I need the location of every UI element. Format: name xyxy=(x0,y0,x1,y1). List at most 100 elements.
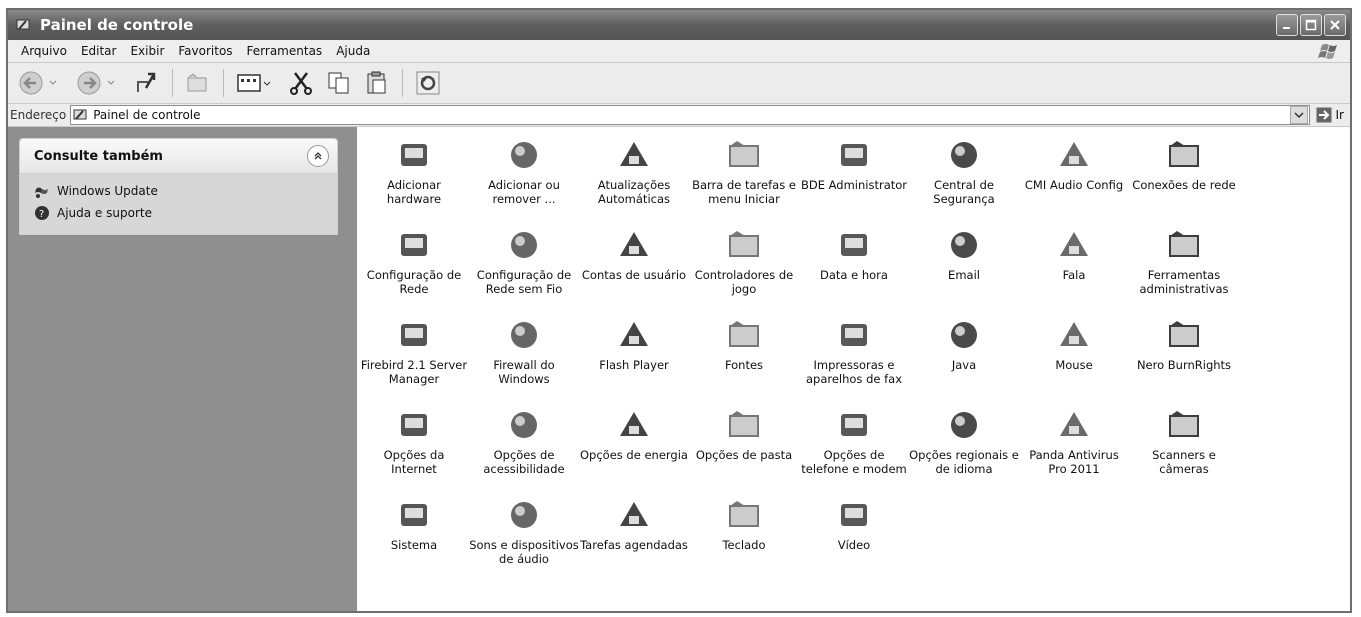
control-panel-item[interactable]: Mouse xyxy=(1019,310,1129,400)
scissors-icon xyxy=(290,72,312,95)
minimize-button[interactable] xyxy=(1276,14,1298,36)
control-panel-item[interactable]: Opções de pasta xyxy=(689,400,799,490)
up-folder-button[interactable] xyxy=(130,67,164,99)
control-panel-item[interactable]: Opções da Internet xyxy=(359,400,469,490)
help-support-link[interactable]: ? Ajuda e suporte xyxy=(34,202,325,224)
control-panel-item[interactable]: Java xyxy=(909,310,1019,400)
copy-button[interactable] xyxy=(322,67,356,99)
title-bar[interactable]: Painel de controle xyxy=(8,10,1350,40)
control-panel-item[interactable]: Nero BurnRights xyxy=(1129,310,1239,400)
control-panel-item[interactable]: Atualizações Automáticas xyxy=(579,130,689,220)
control-panel-item[interactable]: Opções de telefone e modem xyxy=(799,400,909,490)
control-panel-item-label: Atualizações Automáticas xyxy=(597,178,671,206)
control-panel-item[interactable]: Barra de tarefas e menu Iniciar xyxy=(689,130,799,220)
control-panel-item-label: Email xyxy=(948,268,980,282)
toolbar-separator xyxy=(172,69,173,97)
speech-icon xyxy=(1060,232,1088,256)
paste-button[interactable] xyxy=(360,67,394,99)
address-dropdown-button[interactable] xyxy=(1289,106,1308,124)
control-panel-item[interactable]: Conexões de rede xyxy=(1129,130,1239,220)
control-panel-item[interactable]: Adicionar hardware xyxy=(359,130,469,220)
control-panel-item[interactable]: BDE Administrator xyxy=(799,130,909,220)
windows-update-link[interactable]: Windows Update xyxy=(34,180,325,202)
control-panel-item-label: Adicionar ou remover ... xyxy=(488,178,560,206)
control-panel-item[interactable]: CMI Audio Config xyxy=(1019,130,1129,220)
paste-icon xyxy=(367,71,386,94)
control-panel-item[interactable]: Sons e dispositivos de áudio xyxy=(469,490,579,580)
network-connections-icon xyxy=(1169,141,1199,167)
cut-button[interactable] xyxy=(284,67,318,99)
see-also-box: Consulte também Windows Update ? Ajuda e… xyxy=(19,138,338,235)
control-panel-item[interactable]: Fontes xyxy=(689,310,799,400)
control-panel-item[interactable]: Impressoras e aparelhos de fax xyxy=(799,310,909,400)
control-panel-item-label: Flash Player xyxy=(599,358,669,372)
control-panel-item-label: CMI Audio Config xyxy=(1024,178,1124,192)
control-panel-item-label: Opções de energia xyxy=(580,448,688,462)
control-panel-item[interactable]: Ferramentas administrativas xyxy=(1129,220,1239,310)
control-panel-item-label: Vídeo xyxy=(837,538,871,552)
control-panel-item[interactable]: Flash Player xyxy=(579,310,689,400)
address-input[interactable]: Painel de controle xyxy=(70,105,1310,125)
control-panel-item[interactable]: Opções de acessibilidade xyxy=(469,400,579,490)
control-panel-item[interactable]: Email xyxy=(909,220,1019,310)
control-panel-item[interactable]: Central de Segurança xyxy=(909,130,1019,220)
address-label: Endereço xyxy=(10,108,67,122)
menu-ajuda[interactable]: Ajuda xyxy=(329,44,377,58)
go-button[interactable]: Ir xyxy=(1310,107,1350,123)
windows-update-label: Windows Update xyxy=(57,184,158,198)
menu-favoritos[interactable]: Favoritos xyxy=(171,44,239,58)
fonts-folder-icon xyxy=(729,321,759,347)
collapse-button[interactable] xyxy=(307,145,329,167)
control-panel-item[interactable]: Configuração de Rede xyxy=(359,220,469,310)
control-panel-item[interactable]: Opções de energia xyxy=(579,400,689,490)
firewall-icon xyxy=(511,322,537,348)
xear-3d-icon xyxy=(1060,142,1088,166)
control-panel-item-label: Impressoras e aparelhos de fax xyxy=(805,358,903,386)
control-panel-item-label: Opções da Internet xyxy=(383,448,445,476)
maximize-button[interactable] xyxy=(1300,14,1322,36)
control-panel-item[interactable]: Sistema xyxy=(359,490,469,580)
chevron-up-icon xyxy=(314,152,322,160)
folders-button[interactable] xyxy=(181,67,215,99)
control-panel-item-label: Sons e dispositivos de áudio xyxy=(469,538,579,566)
control-panel-item[interactable]: Panda Antivirus Pro 2011 xyxy=(1019,400,1129,490)
control-panel-item-label: Nero BurnRights xyxy=(1136,358,1232,372)
items-pane: Adicionar hardware Adicionar ou remover .… xyxy=(357,127,1350,611)
control-panel-item[interactable]: Contas de usuário xyxy=(579,220,689,310)
control-panel-item[interactable]: Configuração de Rede sem Fio xyxy=(469,220,579,310)
control-panel-item[interactable]: Fala xyxy=(1019,220,1129,310)
see-also-header[interactable]: Consulte também xyxy=(20,139,337,174)
windows-logo-icon xyxy=(1318,44,1337,59)
control-panel-item[interactable]: Data e hora xyxy=(799,220,909,310)
nero-icon xyxy=(1169,321,1199,347)
game-controller-icon xyxy=(729,231,759,257)
flash-icon xyxy=(620,322,648,346)
forward-button[interactable] xyxy=(72,67,126,99)
control-panel-item-label: Conexões de rede xyxy=(1132,178,1236,192)
control-panel-item[interactable]: Vídeo xyxy=(799,490,909,580)
internet-options-icon xyxy=(401,414,427,436)
undo-button[interactable] xyxy=(411,67,445,99)
control-panel-item[interactable]: Scanners e câmeras xyxy=(1129,400,1239,490)
control-panel-item-label: Opções de acessibilidade xyxy=(483,448,565,476)
menu-exibir[interactable]: Exibir xyxy=(123,44,171,58)
control-panel-item[interactable]: Firewall do Windows xyxy=(469,310,579,400)
date-time-icon xyxy=(841,234,867,256)
menu-ferramentas[interactable]: Ferramentas xyxy=(240,44,330,58)
close-button[interactable] xyxy=(1324,14,1346,36)
back-arrow-icon xyxy=(19,71,57,95)
back-button[interactable] xyxy=(14,67,68,99)
menu-editar[interactable]: Editar xyxy=(74,44,124,58)
views-button[interactable] xyxy=(232,67,280,99)
control-panel-item[interactable]: Firebird 2.1 Server Manager xyxy=(359,310,469,400)
control-panel-item[interactable]: Opções regionais e de idioma xyxy=(909,400,1019,490)
control-panel-item[interactable]: Adicionar ou remover ... xyxy=(469,130,579,220)
control-panel-item-label: Scanners e câmeras xyxy=(1152,448,1216,476)
security-shield-icon xyxy=(951,142,977,168)
control-panel-item[interactable]: Tarefas agendadas xyxy=(579,490,689,580)
views-icon xyxy=(237,74,271,92)
control-panel-item[interactable]: Controladores de jogo xyxy=(689,220,799,310)
control-panel-item-label: Adicionar hardware xyxy=(386,178,442,206)
control-panel-item[interactable]: Teclado xyxy=(689,490,799,580)
menu-arquivo[interactable]: Arquivo xyxy=(14,44,74,58)
